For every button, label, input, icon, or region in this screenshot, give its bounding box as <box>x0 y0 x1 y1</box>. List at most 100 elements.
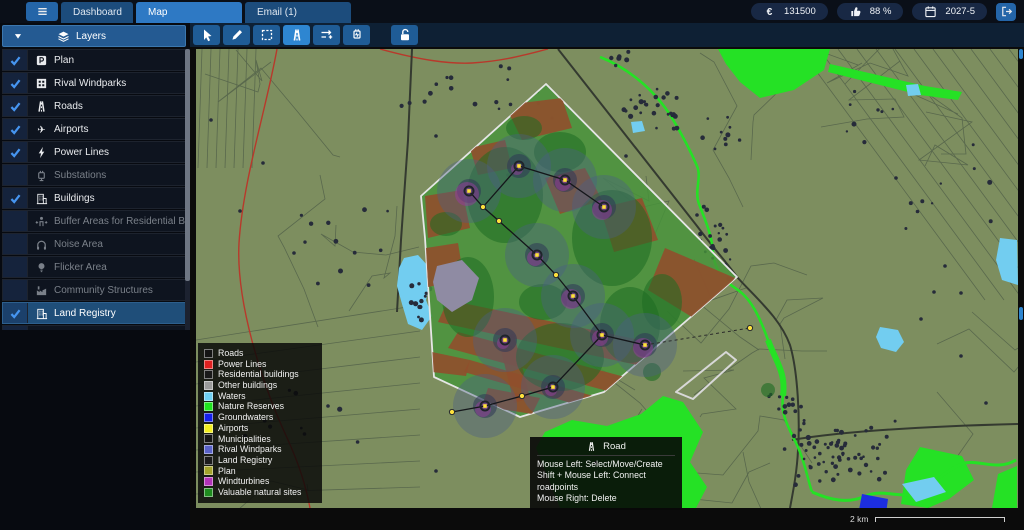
layer-checkbox-buildings[interactable] <box>3 188 28 208</box>
status-badges: € 131500 88 % 2027-5 <box>751 3 1024 21</box>
layers-panel-title: Layers <box>76 31 106 42</box>
tool-power-line-button[interactable] <box>313 25 340 45</box>
roadpoint-marker[interactable] <box>480 204 485 209</box>
roadpoint-marker[interactable] <box>553 272 558 277</box>
layer-label: Power Lines <box>54 147 185 158</box>
tab-dashboard[interactable]: Dashboard <box>61 2 133 23</box>
layer-item-airports[interactable]: ✈Airports <box>2 118 186 140</box>
buffer-areas-icon <box>28 215 54 228</box>
legend-label: Valuable natural sites <box>218 487 301 498</box>
legend-swatch <box>204 434 213 443</box>
layers-panel-header: Layers <box>2 25 186 47</box>
layer-item-rival-windparks[interactable]: Rival Windparks <box>2 72 186 94</box>
layer-checkbox-buffer-areas[interactable] <box>3 211 28 231</box>
tool-cursor-button[interactable] <box>193 25 220 45</box>
power-line-icon <box>320 28 334 42</box>
roadpoint-marker[interactable] <box>496 218 501 223</box>
roadpoint-marker[interactable] <box>747 325 752 330</box>
legend-item: Municipalities <box>204 434 316 445</box>
layer-item-buildings[interactable]: Buildings <box>2 187 186 209</box>
legend-label: Groundwaters <box>218 412 273 423</box>
layer-label: Plan <box>54 55 185 66</box>
plan-icon <box>28 54 54 67</box>
layer-checkbox-roads[interactable] <box>3 96 28 116</box>
legend-swatch <box>204 349 213 358</box>
noise-area-icon <box>28 238 54 251</box>
layer-list: Plan Rival Windparks Roads ✈Airports Power L… <box>2 49 186 330</box>
legend-item: Power Lines <box>204 359 316 370</box>
layer-label: Roads <box>54 101 185 112</box>
top-bar: Dashboard Map Email (1) € 131500 88 % 20… <box>0 0 1024 23</box>
hamburger-menu-button[interactable] <box>26 2 58 21</box>
tooltip-title: Road <box>603 441 626 452</box>
collapse-caret-icon[interactable] <box>3 30 33 42</box>
layer-checkbox-substations[interactable] <box>3 165 28 185</box>
layer-checkbox-noise-area[interactable] <box>3 234 28 254</box>
approval-badge: 88 % <box>837 3 904 20</box>
legend-swatch <box>204 402 213 411</box>
legend-swatch <box>204 488 213 497</box>
layer-item-power-lines[interactable]: Power Lines <box>2 141 186 163</box>
flicker-area-icon <box>28 261 54 274</box>
svg-text:✈: ✈ <box>37 125 46 136</box>
layer-checkbox-rival-windparks[interactable] <box>3 73 28 93</box>
layer-item-land-registry[interactable]: Land Registry <box>2 302 186 324</box>
layer-item-buffer-areas[interactable]: Buffer Areas for Residential Buildi <box>2 210 186 232</box>
legend-label: Power Lines <box>218 359 266 370</box>
layer-item-flicker-area[interactable]: Flicker Area <box>2 256 186 278</box>
money-badge: € 131500 <box>751 3 828 20</box>
tool-lock-button[interactable] <box>391 25 418 45</box>
rival-windparks-icon <box>28 77 54 90</box>
layer-checkbox-municipalities[interactable] <box>3 326 28 330</box>
layer-item-roads[interactable]: Roads <box>2 95 186 117</box>
tool-road-button[interactable] <box>283 25 310 45</box>
tool-marquee-select-button[interactable] <box>253 25 280 45</box>
hamburger-icon <box>36 5 49 18</box>
substation-icon <box>350 28 364 42</box>
map-toolbar <box>190 23 1024 47</box>
tab-email[interactable]: Email (1) <box>245 2 351 23</box>
tool-draw-button[interactable] <box>223 25 250 45</box>
layer-label: Buffer Areas for Residential Buildi <box>54 216 185 227</box>
roads-icon <box>28 100 54 113</box>
tab-map[interactable]: Map <box>136 2 242 23</box>
legend-item: Other buildings <box>204 380 316 391</box>
layer-checkbox-community-structures[interactable] <box>3 280 28 300</box>
legend-label: Airports <box>218 423 248 434</box>
layer-label: Substations <box>54 170 185 181</box>
layer-item-plan[interactable]: Plan <box>2 49 186 71</box>
tooltip-line: Mouse Right: Delete <box>537 493 675 504</box>
layer-checkbox-flicker-area[interactable] <box>3 257 28 277</box>
layer-item-municipalities[interactable]: Municipalities <box>2 325 186 330</box>
map-scale-bar: 2 km <box>850 514 1005 524</box>
legend-swatch <box>204 466 213 475</box>
legend-item: Land Registry <box>204 455 316 466</box>
roadpoint-marker[interactable] <box>519 393 524 398</box>
app-window: Dashboard Map Email (1) € 131500 88 % 20… <box>0 0 1024 530</box>
roadpoint-marker[interactable] <box>449 409 454 414</box>
municipalities-icon <box>28 330 54 331</box>
legend-item: Waters <box>204 391 316 402</box>
layer-item-substations[interactable]: Substations <box>2 164 186 186</box>
map-edge-marker <box>1019 307 1023 320</box>
tool-substation-button[interactable] <box>343 25 370 45</box>
layer-item-noise-area[interactable]: Noise Area <box>2 233 186 255</box>
layer-checkbox-plan[interactable] <box>3 50 28 70</box>
tool-tooltip: Road Mouse Left: Select/Move/CreateShift… <box>530 437 682 510</box>
legend-item: Rival Windparks <box>204 444 316 455</box>
layer-checkbox-power-lines[interactable] <box>3 142 28 162</box>
legend-label: Roads <box>218 348 243 359</box>
draw-icon <box>230 28 244 42</box>
layers-icon <box>57 30 70 43</box>
layers-panel: Layers Plan Rival Windparks Roads ✈Airports… <box>0 23 190 530</box>
legend-swatch <box>204 360 213 369</box>
exit-button[interactable] <box>996 3 1016 21</box>
legend-swatch <box>204 456 213 465</box>
tooltip-line: Shift + Mouse Left: Connect roadpoints <box>537 470 675 493</box>
layer-checkbox-land-registry[interactable] <box>3 303 28 323</box>
svg-text:€: € <box>767 7 773 18</box>
layer-label: Flicker Area <box>54 262 185 273</box>
layer-checkbox-airports[interactable] <box>3 119 28 139</box>
legend-swatch <box>204 370 213 379</box>
layer-item-community-structures[interactable]: Community Structures <box>2 279 186 301</box>
